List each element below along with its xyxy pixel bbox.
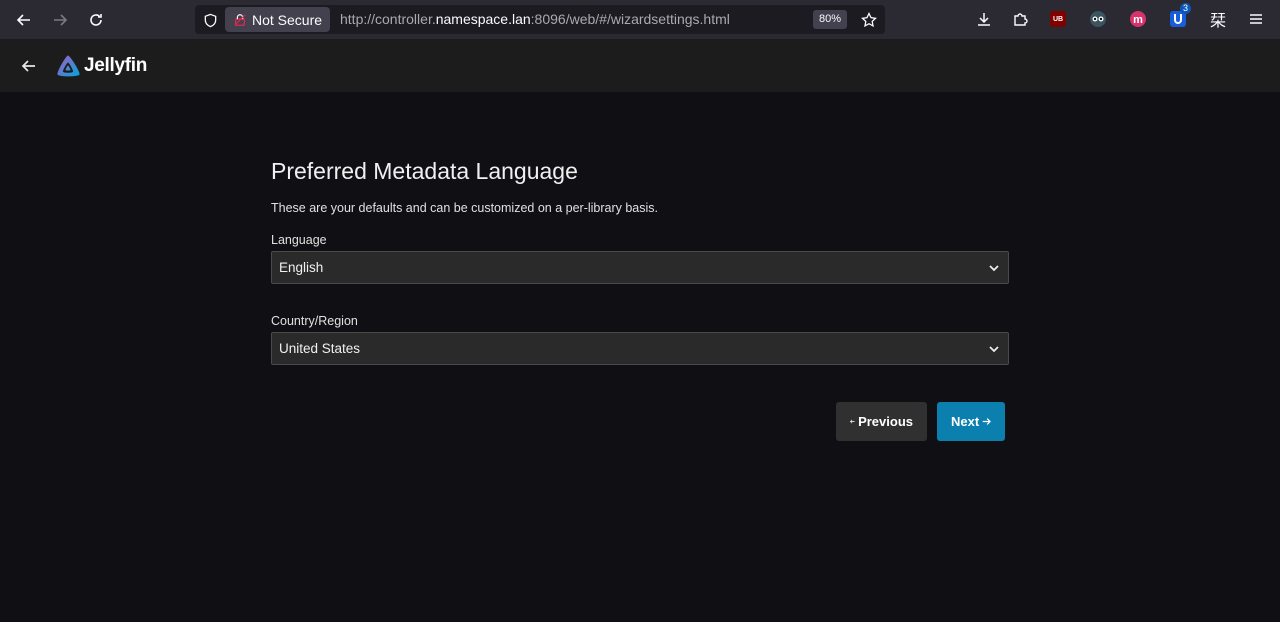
wizard-metadata-form: Preferred Metadata Language These are yo… — [271, 158, 1009, 395]
page-title: Preferred Metadata Language — [271, 158, 578, 184]
arrow-right-icon — [54, 14, 68, 26]
app-back-button[interactable] — [17, 54, 41, 78]
arrow-left-icon — [21, 60, 35, 72]
svg-text:m: m — [1133, 14, 1143, 26]
next-button[interactable]: Next — [937, 402, 1005, 441]
url-suffix: :8096/web/#/wizardsettings.html — [530, 11, 730, 27]
reload-icon — [90, 14, 102, 26]
browser-forward-button[interactable] — [46, 6, 74, 34]
shield-icon — [204, 13, 216, 27]
glasses-icon — [1090, 11, 1106, 27]
downloads-button[interactable] — [973, 8, 995, 30]
glasses-extension-button[interactable] — [1087, 8, 1109, 30]
m-circle-icon: m — [1130, 11, 1146, 27]
browser-toolbar: Not Secure http://controller.namespace.l… — [0, 0, 1280, 40]
wizard-navigation: Previous Next — [836, 402, 1005, 441]
language-label: Language — [271, 233, 327, 247]
mastodon-extension-button[interactable]: m — [1127, 8, 1149, 30]
country-selected-value: United States — [279, 341, 361, 356]
browser-back-button[interactable] — [10, 6, 38, 34]
zoom-level-badge[interactable]: 80% — [813, 10, 848, 29]
extensions-button[interactable] — [1009, 8, 1031, 30]
address-bar[interactable]: Not Secure http://controller.namespace.l… — [195, 5, 885, 34]
puzzle-icon — [1014, 13, 1028, 26]
browser-reload-button[interactable] — [82, 6, 110, 34]
jellyfin-triangle-icon — [57, 55, 80, 77]
site-security-indicator[interactable]: Not Secure — [225, 7, 331, 32]
previous-button[interactable]: Previous — [836, 402, 927, 441]
arrow-right-icon — [982, 418, 991, 425]
tracking-protection-icon[interactable] — [201, 11, 219, 29]
country-select[interactable]: United States — [271, 332, 1009, 365]
ublock-extension-button[interactable]: UB — [1047, 8, 1069, 30]
app-menu-button[interactable] — [1245, 8, 1267, 30]
chevron-down-icon — [989, 265, 999, 272]
url-text[interactable]: http://controller.namespace.lan:8096/web… — [340, 5, 730, 34]
ublock-icon: UB — [1050, 11, 1066, 27]
arrow-left-icon — [16, 14, 30, 26]
url-host: namespace.lan — [435, 11, 531, 27]
arrow-left-icon — [850, 419, 855, 424]
url-prefix: http://controller. — [340, 11, 436, 27]
hamburger-menu-icon — [1250, 14, 1262, 24]
download-icon — [978, 13, 990, 26]
not-secure-label: Not Secure — [252, 11, 323, 28]
country-label: Country/Region — [271, 314, 358, 328]
page-description: These are your defaults and can be custo… — [271, 201, 659, 215]
previous-button-label: Previous — [858, 414, 913, 429]
app-name: Jellyfin — [84, 55, 148, 76]
chevron-down-icon — [989, 346, 999, 353]
app-header: Jellyfin — [0, 40, 1280, 92]
language-selected-value: English — [279, 260, 324, 275]
bitwarden-extension-button[interactable]: 3 — [1167, 3, 1191, 30]
bookmark-star-button[interactable] — [859, 10, 879, 30]
kanji-icon: 栞 — [1209, 13, 1226, 30]
star-icon — [861, 12, 877, 28]
language-select[interactable]: English — [271, 251, 1009, 284]
next-button-label: Next — [951, 414, 980, 429]
insecure-lock-icon — [234, 13, 246, 26]
extension-badge-count: 3 — [1179, 3, 1191, 14]
jellyfin-logo[interactable]: Jellyfin — [55, 53, 147, 79]
kanji-extension-button[interactable]: 栞 — [1207, 8, 1229, 30]
